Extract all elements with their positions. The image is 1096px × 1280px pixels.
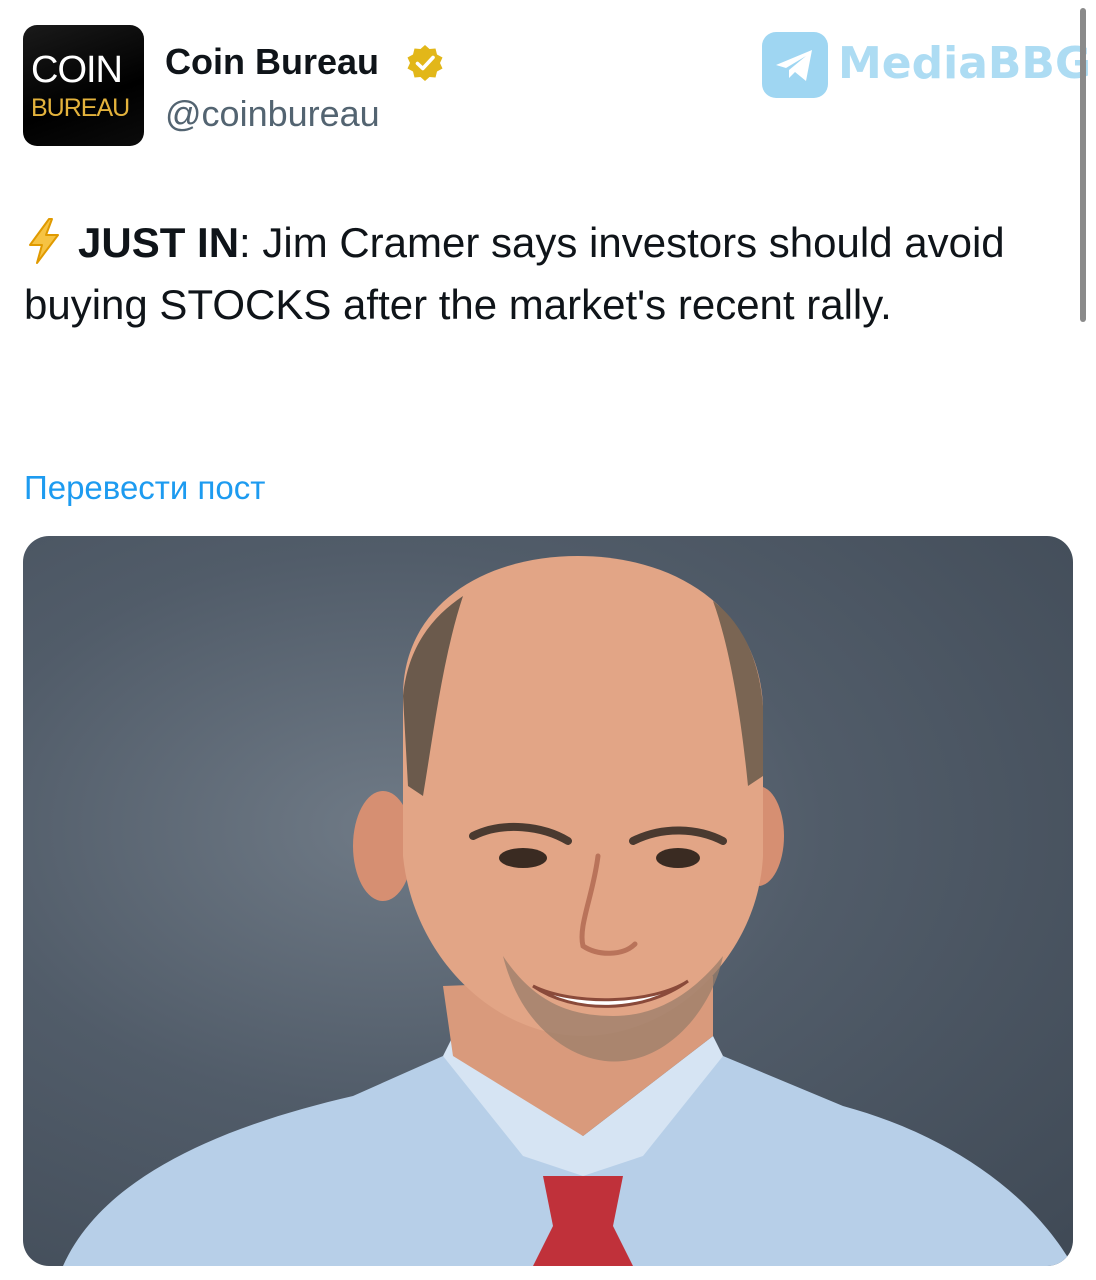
avatar-logo-line2: BUREAU	[31, 94, 130, 122]
portrait-illustration	[63, 556, 1073, 1266]
display-name[interactable]: Coin Bureau	[165, 40, 379, 84]
user-handle[interactable]: @coinbureau	[165, 92, 380, 136]
lightning-bolt-icon	[29, 218, 59, 264]
tweet-photo[interactable]	[23, 536, 1073, 1266]
translate-post-link[interactable]: Перевести пост	[24, 466, 265, 510]
telegram-icon	[762, 32, 828, 98]
tweet-text: JUST IN: Jim Cramer says investors shoul…	[24, 212, 1064, 336]
avatar-logo-line1: COIN	[31, 49, 123, 91]
mediabbg-watermark: MediaBBG	[762, 30, 1091, 100]
tweet-lead: JUST IN	[78, 219, 240, 266]
scrollbar[interactable]	[1080, 8, 1086, 322]
watermark-text: MediaBBG	[838, 38, 1092, 89]
gold-verified-badge-icon[interactable]	[405, 43, 445, 83]
coin-bureau-avatar[interactable]: COIN BUREAU	[23, 25, 144, 146]
